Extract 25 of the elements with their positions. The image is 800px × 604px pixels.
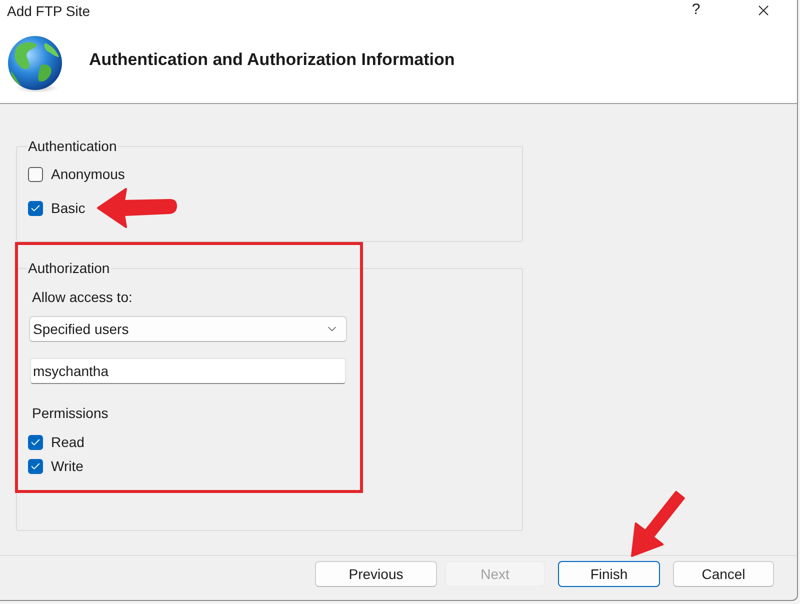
window-title: Add FTP Site	[7, 2, 90, 20]
users-field[interactable]: msychantha	[30, 358, 346, 384]
dialog-button[interactable]: Finish	[558, 561, 660, 587]
dialog-button[interactable]: Previous	[315, 561, 437, 587]
checkbox[interactable]	[28, 200, 43, 216]
check-icon	[30, 202, 41, 214]
checkbox[interactable]	[28, 166, 43, 182]
group-label: Authorization	[27, 259, 111, 277]
checkbox-label[interactable]: Read	[51, 432, 84, 452]
check-icon	[30, 460, 41, 472]
field-label: Allow access to:	[32, 288, 132, 307]
annotation-arrow	[631, 490, 685, 557]
checkbox[interactable]	[28, 458, 43, 474]
group-label: Authentication	[27, 137, 118, 155]
dialog-button[interactable]: Cancel	[673, 561, 774, 587]
checkbox[interactable]	[28, 434, 43, 450]
dropdown[interactable]: Specified users	[29, 316, 347, 342]
section-label: Permissions	[32, 404, 108, 423]
help-button[interactable]: ?	[686, 1, 706, 19]
page-heading: Authentication and Authorization Information	[89, 50, 455, 70]
check-icon	[30, 436, 41, 448]
checkbox-label[interactable]: Basic	[51, 198, 86, 218]
globe-icon	[7, 35, 63, 93]
checkbox-label[interactable]: Anonymous	[51, 164, 125, 184]
checkbox-label[interactable]: Write	[51, 456, 84, 476]
